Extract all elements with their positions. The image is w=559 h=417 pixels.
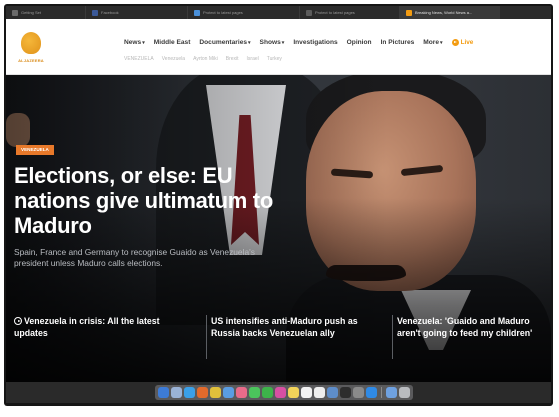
tab-label: Breaking News, World News a... [415,10,473,15]
downloads-icon[interactable] [386,387,397,398]
related-stories: Venezuela in crisis: All the latest upda… [6,315,551,375]
safari-icon[interactable] [184,387,195,398]
chevron-down-icon: ▾ [142,40,145,46]
macos-dock [155,385,413,400]
dock-separator [381,387,382,398]
nav-item-news[interactable]: News▾ [124,39,145,46]
browser-tab[interactable]: Protect to latest pages [188,6,300,19]
chevron-down-icon: ▾ [248,40,251,46]
main-nav: News▾ Middle East Documentaries▾ Shows▾ … [124,39,473,46]
sub-nav-item[interactable]: Brexit [226,56,239,62]
tab-label: Facebook [101,10,119,15]
tab-label: Protect to latest pages [315,10,355,15]
browser-tab-active[interactable]: Breaking News, World News a... [400,6,500,19]
live-label: Live [460,39,474,46]
hero-story[interactable]: VENEZUELA Elections, or else: EU nations… [6,75,551,382]
monitor-bezel: Getting Set Facebook Protect to latest p… [4,4,553,406]
browser-tab[interactable]: Getting Set [6,6,86,19]
tab-favicon-icon [406,9,412,16]
finder-icon[interactable] [158,387,169,398]
nav-item-in-pictures[interactable]: In Pictures [381,39,415,46]
calendar-icon[interactable] [314,387,325,398]
related-story-link[interactable]: US intensifies anti-Maduro push as Russi… [206,315,366,359]
tab-favicon-icon [92,9,98,16]
tab-label: Getting Set [21,10,42,15]
sub-nav-item[interactable]: VENEZUELA [124,56,154,62]
browser-tab-bar: Getting Set Facebook Protect to latest p… [6,6,551,19]
desktop-bottom [6,382,551,403]
nav-item-investigations[interactable]: Investigations [293,39,337,46]
chrome-icon[interactable] [210,387,221,398]
trash-icon[interactable] [399,387,410,398]
hero-summary: Spain, France and Germany to recognise G… [14,247,255,268]
sub-nav-item[interactable]: Ayrton Miki [193,56,218,62]
terminal-icon[interactable] [340,387,351,398]
firefox-icon[interactable] [197,387,208,398]
mail-icon[interactable] [223,387,234,398]
tab-favicon-icon [306,9,312,16]
tab-favicon-icon [194,9,200,16]
app-store-icon[interactable] [366,387,377,398]
logo-text: ALJAZEERA [18,58,44,63]
related-story-link[interactable]: Venezuela in crisis: All the latest upda… [14,315,179,339]
related-story-link[interactable]: Venezuela: 'Guaido and Maduro aren't goi… [392,315,551,359]
sub-nav: VENEZUELA Venezuela Ayrton Miki Brexit I… [124,56,282,62]
nav-item-documentaries[interactable]: Documentaries▾ [199,39,250,46]
nav-item-shows[interactable]: Shows▾ [260,39,285,46]
browser-tab[interactable]: Facebook [86,6,188,19]
itunes-icon[interactable] [275,387,286,398]
preview-icon[interactable] [327,387,338,398]
play-circle-icon [14,317,22,325]
aljazeera-logo-icon [21,32,41,54]
aljazeera-logo[interactable]: ALJAZEERA [16,30,46,66]
hero-headline[interactable]: Elections, or else: EU nations give ulti… [14,163,304,238]
browser-tab[interactable]: Protect to latest pages [300,6,400,19]
photos-icon[interactable] [236,387,247,398]
notes-icon[interactable] [288,387,299,398]
tab-favicon-icon [12,9,18,16]
screen: Getting Set Facebook Protect to latest p… [6,6,551,403]
sub-nav-item[interactable]: Venezuela [162,56,185,62]
reminders-icon[interactable] [301,387,312,398]
chevron-down-icon: ▾ [440,40,443,46]
system-prefs-icon[interactable] [353,387,364,398]
live-button[interactable]: Live [451,39,474,46]
live-play-icon [451,39,459,46]
nav-item-middle-east[interactable]: Middle East [154,39,191,46]
chevron-down-icon: ▾ [281,40,285,46]
facetime-icon[interactable] [262,387,273,398]
launchpad-icon[interactable] [171,387,182,398]
site-header: ALJAZEERA News▾ Middle East Documentarie… [6,19,551,75]
sub-nav-item[interactable]: Israel [247,56,259,62]
messages-icon[interactable] [249,387,260,398]
sub-nav-item[interactable]: Turkey [267,56,282,62]
category-badge[interactable]: VENEZUELA [16,145,54,155]
nav-item-opinion[interactable]: Opinion [347,39,372,46]
nav-item-more[interactable]: More▾ [423,39,442,46]
tab-label: Protect to latest pages [203,10,243,15]
